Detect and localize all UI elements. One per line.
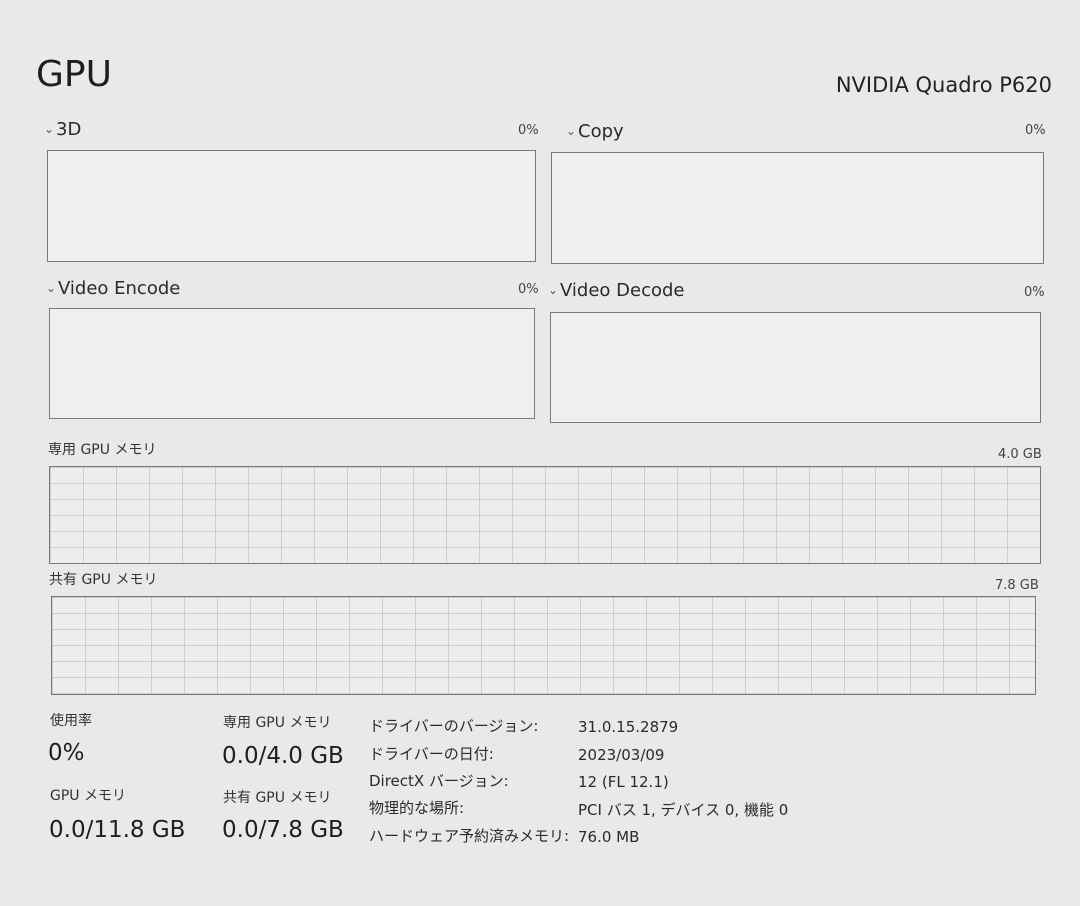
- engine-value: 0%: [518, 282, 539, 297]
- engine-label: Video Encode: [58, 278, 181, 299]
- chevron-down-icon: ⌄: [548, 283, 559, 297]
- chevron-down-icon: ⌄: [46, 281, 57, 295]
- utilization-value: 0%: [48, 740, 85, 766]
- gpu-memory-value: 0.0/11.8 GB: [49, 817, 186, 843]
- engine-selector-3d[interactable]: ⌄ 3D: [44, 118, 81, 141]
- driver-date-label: ドライバーの日付:: [369, 745, 494, 763]
- page-title: GPU: [36, 54, 112, 95]
- engine-graph-3d: [47, 150, 536, 262]
- driver-version-label: ドライバーのバージョン:: [369, 717, 539, 735]
- engine-selector-copy[interactable]: ⌄ Copy: [566, 120, 624, 143]
- utilization-label: 使用率: [50, 713, 92, 729]
- engine-graph-video-decode: [550, 312, 1041, 423]
- dedicated-memory-label: 専用 GPU メモリ: [223, 715, 332, 731]
- shared-memory-graph: [51, 596, 1036, 695]
- shared-memory-graph-max: 7.8 GB: [995, 578, 1039, 593]
- engine-graph-video-encode: [49, 308, 535, 419]
- hardware-reserved-memory-label: ハードウェア予約済みメモリ:: [369, 827, 570, 845]
- engine-selector-video-decode[interactable]: ⌄ Video Decode: [548, 279, 685, 302]
- directx-version-value: 12 (FL 12.1): [578, 773, 669, 791]
- directx-version-label: DirectX バージョン:: [369, 772, 509, 790]
- hardware-reserved-memory-value: 76.0 MB: [578, 828, 640, 846]
- dedicated-memory-graph-label: 専用 GPU メモリ: [48, 442, 157, 458]
- engine-label: Copy: [578, 121, 624, 142]
- engine-graph-copy: [551, 152, 1044, 264]
- engine-label: 3D: [56, 119, 82, 140]
- physical-location-label: 物理的な場所:: [369, 799, 465, 817]
- dedicated-memory-graph: [49, 466, 1041, 564]
- chevron-down-icon: ⌄: [44, 122, 55, 136]
- shared-memory-graph-label: 共有 GPU メモリ: [49, 572, 158, 588]
- chevron-down-icon: ⌄: [566, 124, 577, 138]
- physical-location-value: PCI バス 1, デバイス 0, 機能 0: [578, 801, 789, 819]
- dedicated-memory-value: 0.0/4.0 GB: [222, 743, 344, 769]
- engine-value: 0%: [518, 123, 539, 138]
- engine-label: Video Decode: [560, 280, 685, 301]
- dedicated-memory-graph-max: 4.0 GB: [998, 447, 1042, 462]
- engine-value: 0%: [1024, 285, 1045, 300]
- engine-value: 0%: [1025, 123, 1046, 138]
- driver-version-value: 31.0.15.2879: [578, 718, 679, 736]
- driver-date-value: 2023/03/09: [578, 746, 665, 764]
- engine-selector-video-encode[interactable]: ⌄ Video Encode: [46, 277, 180, 300]
- gpu-device-name: NVIDIA Quadro P620: [835, 73, 1052, 97]
- gpu-memory-label: GPU メモリ: [50, 788, 126, 804]
- shared-memory-value: 0.0/7.8 GB: [222, 817, 344, 843]
- shared-memory-label: 共有 GPU メモリ: [223, 790, 332, 806]
